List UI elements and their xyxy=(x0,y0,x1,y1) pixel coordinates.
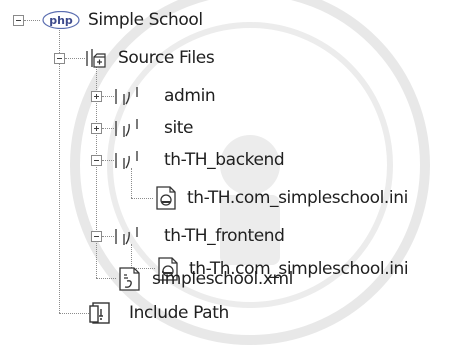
tree-node-label: Simple School xyxy=(88,10,203,30)
tree-node-label: admin xyxy=(164,86,216,106)
tree-node-site[interactable]: site xyxy=(114,115,194,141)
tree-node-label: th-TH_backend xyxy=(164,150,285,170)
tree-node-label: site xyxy=(164,118,194,138)
tree-line xyxy=(102,236,114,237)
tree-line xyxy=(59,313,89,314)
tree-node-th-th-backend[interactable]: th-TH_backend xyxy=(114,147,285,173)
tree-node-source-files[interactable]: Source Files xyxy=(84,45,215,71)
tree-node-admin[interactable]: admin xyxy=(114,83,216,109)
tree-line xyxy=(102,160,114,161)
tree-node-simple-school[interactable]: php Simple School xyxy=(42,7,203,33)
package-folder-icon xyxy=(114,117,150,139)
xml-file-icon xyxy=(118,266,142,292)
include-path-icon xyxy=(89,301,111,325)
tree-node-label: simpleschool.xml xyxy=(152,269,293,289)
tree-line xyxy=(102,96,114,97)
tree-node-label: th-TH.com_simpleschool.ini xyxy=(187,188,408,208)
package-folder-icon xyxy=(114,149,150,171)
tree-line xyxy=(102,128,114,129)
ini-file-icon xyxy=(155,186,177,210)
tree-line xyxy=(59,28,60,313)
tree-node-label: Include Path xyxy=(129,303,229,323)
source-files-collapse-toggle[interactable] xyxy=(54,53,65,64)
th-backend-collapse-toggle[interactable] xyxy=(91,155,102,166)
package-folder-icon xyxy=(114,85,150,107)
tree-line xyxy=(131,198,153,199)
admin-expand-toggle[interactable] xyxy=(91,91,102,102)
tree-line xyxy=(65,58,85,59)
tree-node-ini-file[interactable]: th-TH.com_simpleschool.ini xyxy=(155,185,408,211)
tree-line xyxy=(96,278,116,279)
site-expand-toggle[interactable] xyxy=(91,123,102,134)
tree-node-xml-file[interactable]: simpleschool.xml xyxy=(118,266,293,292)
package-folder-icon xyxy=(114,225,150,247)
tree-node-label: th-TH_frontend xyxy=(164,226,285,246)
tree-node-label: Source Files xyxy=(118,48,215,68)
source-folder-icon xyxy=(84,47,108,69)
root-collapse-toggle[interactable] xyxy=(13,15,24,26)
tree-node-th-th-frontend[interactable]: th-TH_frontend xyxy=(114,223,285,249)
php-project-icon: php xyxy=(42,10,80,30)
th-frontend-collapse-toggle[interactable] xyxy=(91,231,102,242)
tree-node-include-path[interactable]: Include Path xyxy=(89,300,229,326)
project-tree: php Simple School Source Files admin sit… xyxy=(0,0,464,353)
svg-text:php: php xyxy=(49,14,73,27)
tree-line xyxy=(24,20,40,21)
